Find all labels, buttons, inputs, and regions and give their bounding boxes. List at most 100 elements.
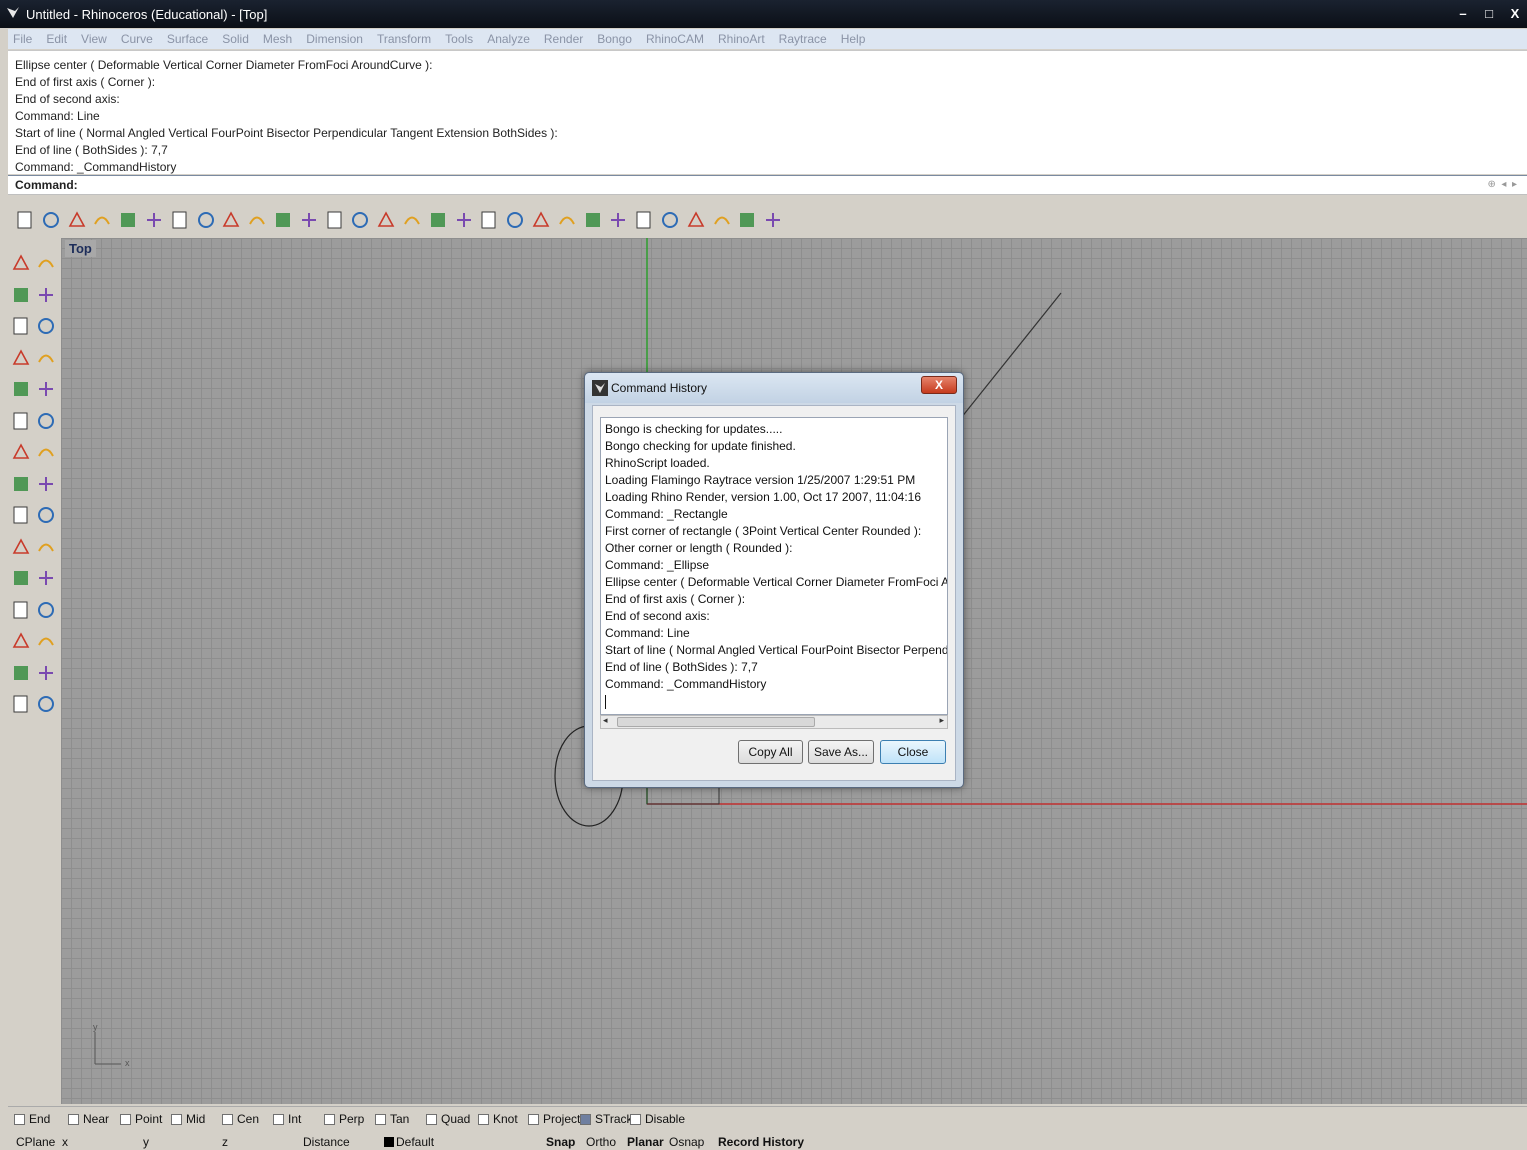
extrude-icon[interactable] — [35, 473, 57, 495]
point-icon[interactable] — [35, 252, 57, 274]
menu-surface[interactable]: Surface — [167, 32, 208, 46]
osnap-checkbox[interactable] — [324, 1113, 335, 1125]
menu-file[interactable]: File — [13, 32, 32, 46]
paste-icon[interactable] — [195, 209, 217, 231]
layers-icon[interactable] — [736, 209, 758, 231]
osnap-checkbox[interactable] — [222, 1113, 233, 1125]
osnap-checkbox[interactable] — [528, 1113, 539, 1125]
render-icon[interactable] — [659, 209, 681, 231]
osnap-mid[interactable]: Mid — [171, 1112, 205, 1126]
solid-box-icon[interactable] — [10, 441, 32, 463]
print-icon[interactable] — [91, 209, 113, 231]
osnap-point[interactable]: Point — [120, 1112, 162, 1126]
select-icon[interactable] — [10, 252, 32, 274]
offset-icon[interactable] — [35, 599, 57, 621]
square-icon[interactable] — [35, 347, 57, 369]
zoom-selected-icon[interactable] — [375, 209, 397, 231]
shade-icon[interactable] — [607, 209, 629, 231]
scroll-left-icon[interactable]: ◂ — [603, 715, 608, 726]
menu-mesh[interactable]: Mesh — [263, 32, 292, 46]
circle-icon[interactable] — [10, 315, 32, 337]
snap-icon[interactable] — [35, 630, 57, 652]
grid-icon[interactable] — [478, 209, 500, 231]
menu-edit[interactable]: Edit — [46, 32, 67, 46]
pan-icon[interactable] — [246, 209, 268, 231]
scroll-right-icon[interactable]: ▸ — [939, 715, 944, 726]
scrollbar-thumb[interactable] — [617, 717, 815, 727]
menu-analyze[interactable]: Analyze — [487, 32, 530, 46]
viewport-title-tab[interactable]: Top — [65, 240, 96, 257]
history-text-area[interactable]: Bongo is checking for updates..... Bongo … — [600, 417, 948, 715]
fillet-icon[interactable] — [35, 378, 57, 400]
lightning-icon[interactable] — [35, 504, 57, 526]
osnap-checkbox[interactable] — [478, 1113, 489, 1125]
sphere-icon[interactable] — [685, 209, 707, 231]
osnap-end[interactable]: End — [14, 1112, 50, 1126]
undo-icon[interactable] — [220, 209, 242, 231]
osnap-checkbox[interactable] — [273, 1113, 284, 1125]
transform-icon[interactable] — [10, 504, 32, 526]
render-color-icon[interactable] — [633, 209, 655, 231]
car-icon[interactable] — [453, 209, 475, 231]
curve-tool-icon[interactable] — [10, 599, 32, 621]
osnap-checkbox[interactable] — [580, 1113, 591, 1125]
rectangle-icon[interactable] — [10, 347, 32, 369]
menu-view[interactable]: View — [81, 32, 107, 46]
command-line-controls[interactable]: ⊕ ◂ ▸ — [1487, 179, 1517, 190]
snap-toggle[interactable]: Snap — [546, 1135, 575, 1149]
menu-transform[interactable]: Transform — [377, 32, 431, 46]
copy-all-button[interactable]: Copy All — [738, 740, 803, 764]
osnap-checkbox[interactable] — [375, 1113, 386, 1125]
osnap-checkbox[interactable] — [426, 1113, 437, 1125]
lock-icon[interactable] — [582, 209, 604, 231]
close-button[interactable]: Close — [880, 740, 946, 764]
viewport-layout-icon[interactable] — [427, 209, 449, 231]
minimize-button[interactable]: – — [1451, 4, 1475, 24]
menu-bongo[interactable]: Bongo — [597, 32, 632, 46]
osnap-perp[interactable]: Perp — [324, 1112, 364, 1126]
ruler-icon[interactable] — [35, 536, 57, 558]
osnap-checkbox[interactable] — [68, 1113, 79, 1125]
osnap-int[interactable]: Int — [273, 1112, 301, 1126]
split-icon[interactable] — [35, 567, 57, 589]
properties-icon[interactable] — [117, 209, 139, 231]
move-icon[interactable] — [272, 209, 294, 231]
record-history-toggle[interactable]: Record History — [718, 1135, 804, 1149]
zoom-icon[interactable] — [298, 209, 320, 231]
trace-icon[interactable] — [530, 209, 552, 231]
open-icon[interactable] — [40, 209, 62, 231]
osnap-cen[interactable]: Cen — [222, 1112, 259, 1126]
analyze-icon[interactable] — [35, 693, 57, 715]
curve-icon[interactable] — [35, 284, 57, 306]
osnap-tan[interactable]: Tan — [375, 1112, 409, 1126]
ortho-toggle[interactable]: Ortho — [586, 1135, 616, 1149]
maximize-button[interactable]: □ — [1477, 4, 1501, 24]
cut-icon[interactable] — [143, 209, 165, 231]
menu-rhinocam[interactable]: RhinoCAM — [646, 32, 704, 46]
osnap-near[interactable]: Near — [68, 1112, 109, 1126]
arc-icon[interactable] — [35, 315, 57, 337]
polyline-icon[interactable] — [10, 284, 32, 306]
menu-curve[interactable]: Curve — [121, 32, 153, 46]
loft-icon[interactable] — [35, 410, 57, 432]
save-as-button[interactable]: Save As... — [808, 740, 874, 764]
osnap-project[interactable]: Project — [528, 1112, 580, 1126]
text-icon[interactable] — [10, 630, 32, 652]
save-icon[interactable] — [66, 209, 88, 231]
current-layer[interactable]: Default — [384, 1135, 434, 1149]
mesh-icon[interactable] — [10, 693, 32, 715]
array-icon[interactable] — [10, 662, 32, 684]
rotate-view-icon[interactable] — [401, 209, 423, 231]
dimension-icon[interactable] — [10, 536, 32, 558]
ellipse-icon[interactable] — [10, 378, 32, 400]
target-icon[interactable] — [504, 209, 526, 231]
menu-tools[interactable]: Tools — [445, 32, 473, 46]
osnap-quad[interactable]: Quad — [426, 1112, 470, 1126]
menu-dimension[interactable]: Dimension — [306, 32, 363, 46]
planar-toggle[interactable]: Planar — [627, 1135, 664, 1149]
light-icon[interactable] — [556, 209, 578, 231]
osnap-strack[interactable]: STrack — [580, 1112, 633, 1126]
command-line-input[interactable]: Command: ⊕ ◂ ▸ — [8, 175, 1527, 195]
osnap-checkbox[interactable] — [630, 1113, 641, 1125]
osnap-checkbox[interactable] — [120, 1113, 131, 1125]
